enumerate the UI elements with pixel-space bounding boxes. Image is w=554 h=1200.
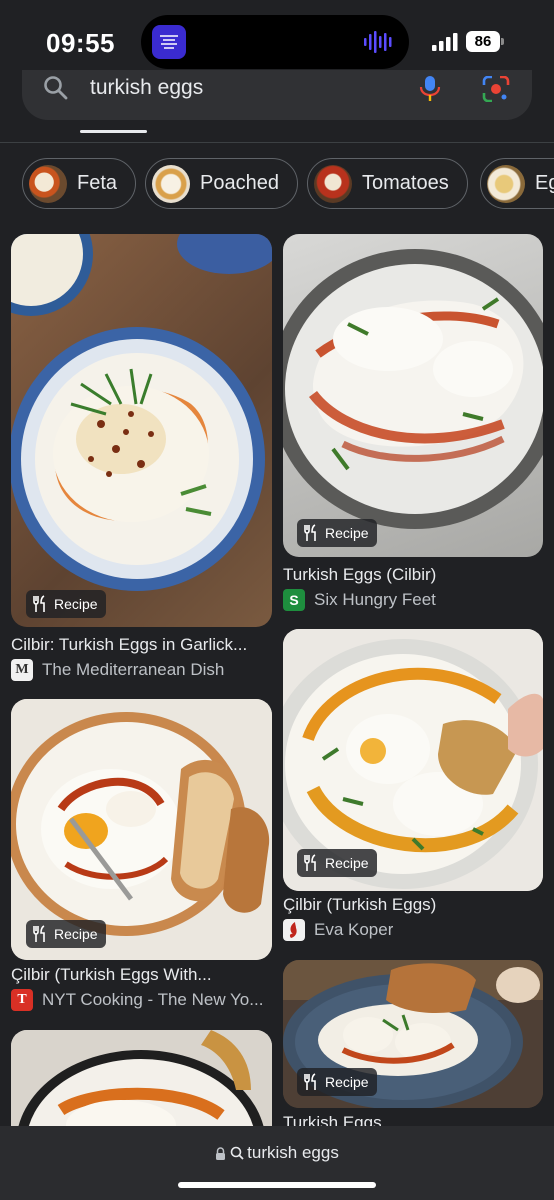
chip-feta[interactable]: Feta: [22, 158, 137, 209]
chip-tomatoes[interactable]: Tomatoes: [307, 158, 468, 209]
chip-label: Poached: [200, 172, 279, 194]
chip-label: Eg: [535, 172, 554, 194]
recipe-badge: Recipe: [297, 849, 377, 877]
chip-thumbnail: [487, 164, 525, 203]
header-divider: [0, 142, 554, 143]
battery-tip: [501, 38, 504, 45]
result-image[interactable]: Recipe: [11, 699, 272, 960]
address-bar-text[interactable]: turkish eggs: [247, 1143, 339, 1163]
badge-label: Recipe: [54, 596, 98, 612]
recipe-badge: Recipe: [297, 519, 377, 547]
badge-label: Recipe: [54, 926, 98, 942]
fork-knife-icon: [33, 925, 45, 942]
recipe-badge: Recipe: [297, 1068, 377, 1096]
badge-label: Recipe: [325, 525, 369, 541]
fork-knife-icon: [33, 595, 45, 612]
result-card[interactable]: Recipe Cilbir: Turkish Eggs in Garlick..…: [11, 234, 272, 684]
result-card[interactable]: Recipe Çilbir (Turkish Eggs With... T NY…: [11, 699, 272, 1019]
battery-indicator: 86: [466, 31, 504, 52]
site-favicon-icon: S: [283, 589, 305, 611]
source-name: NYT Cooking - The New Yo...: [42, 990, 264, 1009]
result-source[interactable]: T NYT Cooking - The New Yo...: [11, 989, 272, 1011]
chip-label: Tomatoes: [362, 172, 449, 194]
result-title[interactable]: Turkish Eggs (Cilbir): [283, 565, 543, 585]
badge-label: Recipe: [325, 855, 369, 871]
chip-thumbnail: [29, 164, 67, 203]
result-source[interactable]: M The Mediterranean Dish: [11, 659, 272, 681]
search-bar[interactable]: turkish eggs: [22, 70, 532, 120]
chip-thumbnail: [314, 164, 352, 203]
search-input[interactable]: turkish eggs: [90, 76, 203, 100]
cellular-signal-icon: [432, 33, 458, 51]
site-favicon-icon: M: [11, 659, 33, 681]
source-name: Eva Koper: [314, 920, 394, 939]
lock-icon: [216, 1146, 226, 1160]
dish-illustration: [283, 249, 543, 529]
search-icon: [230, 1146, 244, 1160]
source-name: Six Hungry Feet: [314, 590, 436, 609]
site-favicon-icon: T: [11, 989, 33, 1011]
dynamic-island[interactable]: [141, 15, 409, 69]
audio-waveform-icon: [364, 31, 392, 53]
active-tab-indicator: [80, 130, 147, 133]
chip-poached[interactable]: Poached: [145, 158, 298, 209]
browser-bottom-bar: turkish eggs: [0, 1126, 554, 1200]
fork-knife-icon: [304, 854, 316, 871]
dish-illustration: [11, 234, 272, 591]
chip-eggs[interactable]: Eg: [480, 158, 554, 209]
recipe-badge: Recipe: [26, 920, 106, 948]
result-title[interactable]: Çilbir (Turkish Eggs With...: [11, 965, 272, 985]
dish-illustration: [11, 1030, 272, 1126]
search-icon[interactable]: [42, 74, 70, 102]
source-name: The Mediterranean Dish: [42, 660, 225, 679]
status-time: 09:55: [46, 28, 115, 58]
result-image[interactable]: [11, 1030, 272, 1126]
result-image[interactable]: Recipe: [283, 629, 543, 891]
result-source[interactable]: Eva Koper: [283, 919, 543, 941]
fork-knife-icon: [304, 524, 316, 541]
address-bar[interactable]: turkish eggs: [0, 1143, 554, 1163]
result-card[interactable]: Recipe Turkish Eggs: [283, 960, 543, 1126]
result-image[interactable]: Recipe: [283, 960, 543, 1108]
result-source[interactable]: S Six Hungry Feet: [283, 589, 543, 611]
filter-chips: Feta Poached Tomatoes Eg: [0, 158, 554, 210]
fork-knife-icon: [304, 1073, 316, 1090]
chip-thumbnail: [152, 164, 190, 203]
result-image[interactable]: Recipe: [11, 234, 272, 627]
google-lens-icon[interactable]: [482, 76, 510, 102]
result-title[interactable]: Çilbir (Turkish Eggs): [283, 895, 543, 915]
result-card[interactable]: Recipe Çilbir (Turkish Eggs) Eva Koper: [283, 629, 543, 949]
chip-label: Feta: [77, 172, 118, 194]
site-favicon-icon: [283, 919, 305, 941]
result-title[interactable]: Turkish Eggs: [283, 1113, 543, 1126]
recipe-badge: Recipe: [26, 590, 106, 618]
battery-level: 86: [466, 31, 500, 52]
voice-memo-app-icon[interactable]: [152, 25, 186, 59]
result-title[interactable]: Cilbir: Turkish Eggs in Garlick...: [11, 635, 272, 655]
microphone-icon[interactable]: [418, 76, 442, 102]
result-card[interactable]: Recipe Turkish Eggs (Cilbir) S Six Hungr…: [283, 234, 543, 614]
result-card[interactable]: [11, 1030, 272, 1126]
home-indicator[interactable]: [178, 1182, 376, 1188]
badge-label: Recipe: [325, 1074, 369, 1090]
result-image[interactable]: Recipe: [283, 234, 543, 557]
